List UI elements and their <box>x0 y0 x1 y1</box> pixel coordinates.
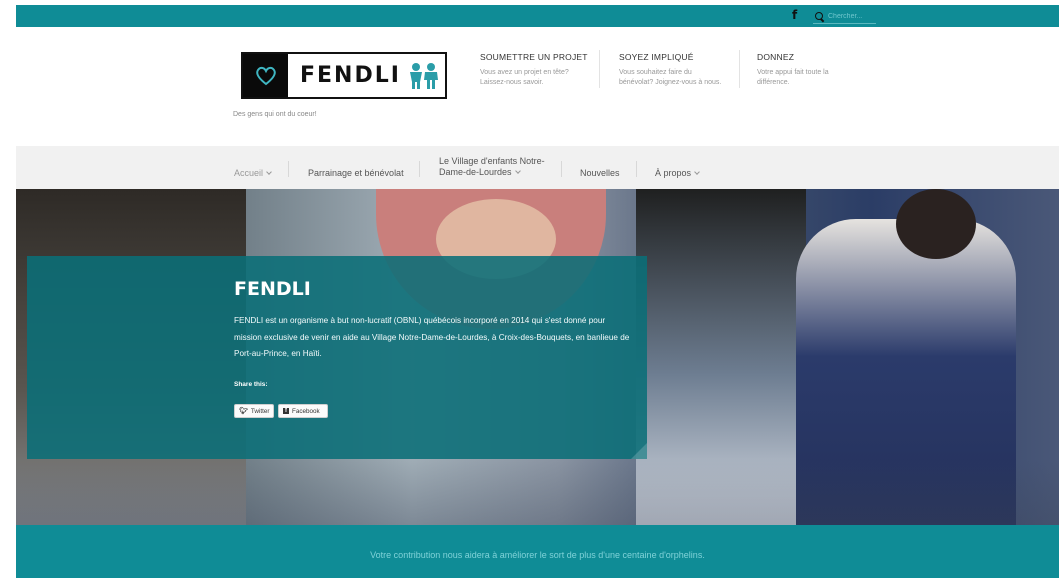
cta-description: Vous avez un projet en tête? Laissez-nou… <box>480 69 569 86</box>
cta-title: DONNEZ <box>757 52 795 62</box>
cta-divider <box>739 50 740 88</box>
cta-title: SOUMETTRE UN PROJET <box>480 52 588 62</box>
cta-submit-project[interactable]: SOUMETTRE UN PROJET Vous avez un projet … <box>480 52 588 88</box>
hero-overlay: FENDLI FENDLI est un organisme à but non… <box>27 256 647 459</box>
search-icon <box>815 11 824 21</box>
nav-item-accueil[interactable]: Accueil <box>234 168 272 179</box>
share-facebook-button[interactable]: f Facebook <box>278 404 328 418</box>
hero-description: FENDLI est un organisme à but non-lucrat… <box>234 316 630 358</box>
nav-item-village[interactable]: Le Village d'enfants Notre- Dame-de-Lour… <box>439 156 545 178</box>
cta-get-involved[interactable]: SOYEZ IMPLIQUÉ Vous souhaitez faire du b… <box>619 52 721 88</box>
cta-description: Vous souhaitez faire du bénévolat? Joign… <box>619 69 722 86</box>
nav-item-a-propos[interactable]: À propos <box>655 168 700 179</box>
share-twitter-button[interactable]: 🐦︎ Twitter <box>234 404 274 418</box>
nav-item-parrainage[interactable]: Parrainage et bénévolat <box>308 168 404 179</box>
cta-divider <box>599 50 600 88</box>
nav-divider <box>561 161 562 177</box>
site-logo[interactable]: FENDLI <box>241 52 447 99</box>
hero-photo-shadow <box>16 459 1059 525</box>
chevron-down-icon <box>266 169 272 175</box>
search-box[interactable] <box>813 9 876 24</box>
site-tagline: Des gens qui ont du coeur! <box>233 111 317 118</box>
logo-text: FENDLI <box>300 63 401 88</box>
nav-item-nouvelles[interactable]: Nouvelles <box>580 168 620 179</box>
twitter-icon: 🐦︎ <box>239 408 248 415</box>
chevron-down-icon <box>514 168 521 174</box>
chevron-down-icon <box>694 169 700 175</box>
hero-photo-head <box>896 189 976 259</box>
children-icon <box>407 62 441 97</box>
cta-donate[interactable]: DONNEZ Votre appui fait toute la différe… <box>757 52 829 88</box>
hero-title: FENDLI <box>234 278 311 300</box>
share-label: Share this: <box>234 381 268 388</box>
footer-banner: Votre contribution nous aidera à amélior… <box>16 525 1059 578</box>
overlay-corner <box>631 443 647 459</box>
search-input[interactable] <box>828 12 876 20</box>
footer-message: Votre contribution nous aidera à amélior… <box>370 550 705 560</box>
nav-divider <box>636 161 637 177</box>
main-navigation: Accueil Parrainage et bénévolat Le Villa… <box>16 146 1059 189</box>
nav-divider <box>419 161 420 177</box>
cta-description: Votre appui fait toute la différence. <box>757 69 829 86</box>
top-bar: f <box>16 5 1059 27</box>
cta-title: SOYEZ IMPLIQUÉ <box>619 52 694 62</box>
nav-divider <box>288 161 289 177</box>
heart-logo-icon <box>243 54 288 97</box>
facebook-icon[interactable]: f <box>792 8 802 22</box>
facebook-icon: f <box>283 408 289 414</box>
